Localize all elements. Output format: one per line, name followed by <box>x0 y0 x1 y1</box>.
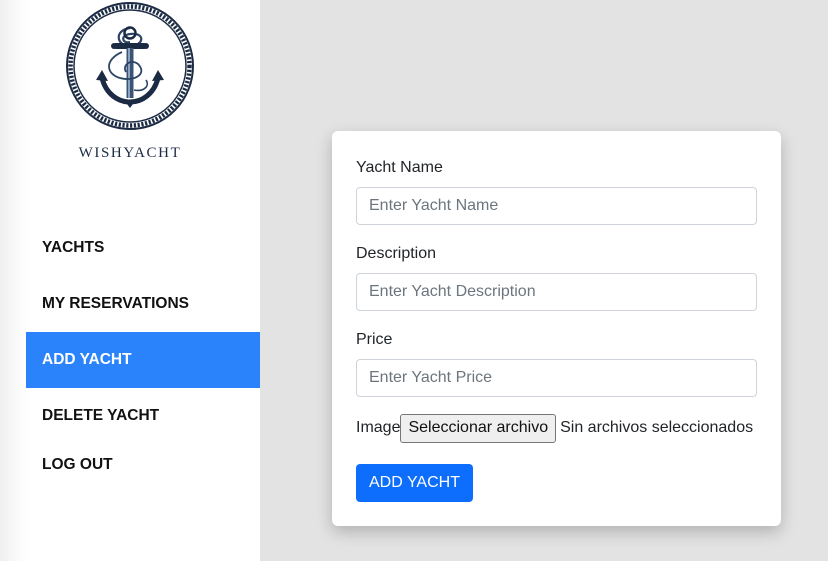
image-label: Image <box>356 419 401 436</box>
sidebar-item-log-out[interactable]: LOG OUT <box>26 437 260 493</box>
choose-file-button[interactable]: Seleccionar archivo <box>400 413 557 443</box>
yacht-name-input[interactable] <box>356 187 757 225</box>
price-label: Price <box>356 331 393 348</box>
image-file-field: Image Seleccionar archivo Sin archivos s… <box>356 413 753 443</box>
logo <box>64 0 196 132</box>
yacht-name-label: Yacht Name <box>356 159 443 176</box>
add-yacht-button[interactable]: ADD YACHT <box>356 464 473 502</box>
description-input[interactable] <box>356 273 757 311</box>
add-yacht-form: Yacht Name Description Price Image Selec… <box>332 131 781 526</box>
file-status: Sin archivos seleccionados <box>560 419 754 436</box>
price-input[interactable] <box>356 359 757 397</box>
sidebar: WISHYACHT YACHTS MY RESERVATIONS ADD YAC… <box>0 0 260 561</box>
description-label: Description <box>356 245 437 262</box>
sidebar-item-delete-yacht[interactable]: DELETE YACHT <box>26 388 260 444</box>
brand-name: WISHYACHT <box>78 145 182 161</box>
sidebar-item-add-yacht[interactable]: ADD YACHT <box>26 332 260 388</box>
sidebar-item-my-reservations[interactable]: MY RESERVATIONS <box>26 276 260 332</box>
anchor-icon <box>66 2 194 130</box>
sidebar-item-yachts[interactable]: YACHTS <box>26 220 260 276</box>
